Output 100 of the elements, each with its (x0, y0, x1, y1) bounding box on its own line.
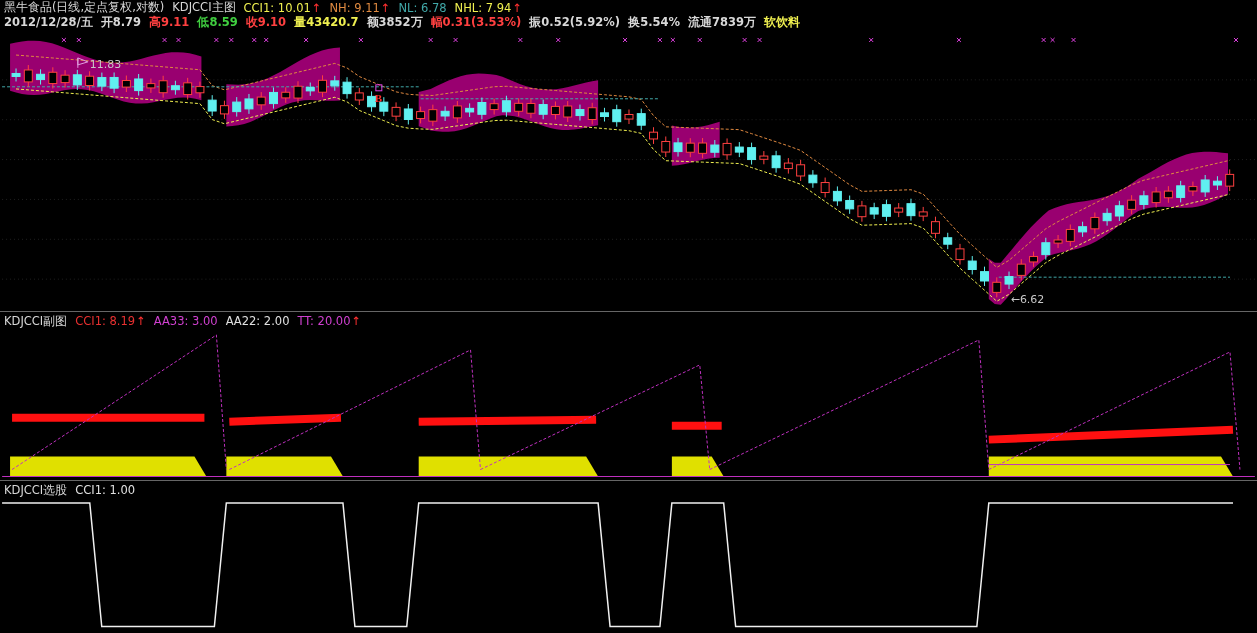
candlestick (1102, 207, 1112, 227)
stock-title: 黑牛食品(日线,定点复权,对数) (4, 0, 165, 15)
candlestick (1114, 200, 1124, 222)
candlestick (121, 75, 131, 93)
candlestick (980, 266, 989, 287)
candlestick (1065, 224, 1075, 247)
candlestick (698, 137, 708, 159)
quote-value: 软饮料 (764, 15, 801, 30)
candlestick (1212, 175, 1222, 191)
indicator-reading: TT: 20.00↑ (297, 314, 362, 329)
candlestick (85, 70, 95, 91)
candlestick (783, 157, 793, 175)
candlestick (72, 69, 82, 91)
price-label: ←6.62 (1010, 293, 1045, 307)
candlestick (734, 141, 744, 158)
candlestick (391, 101, 401, 122)
candlestick (11, 68, 21, 82)
candlestick (600, 107, 609, 122)
candlestick (636, 108, 646, 131)
candlestick (60, 69, 70, 89)
candlestick (23, 64, 33, 88)
candlestick (538, 99, 548, 120)
candlestick (550, 100, 560, 120)
indicator-reading: AA33: 3.00 (153, 314, 218, 329)
candlestick (207, 94, 217, 117)
candlestick (1163, 185, 1173, 204)
candlestick (367, 90, 377, 113)
candlestick (881, 199, 891, 222)
candlestick (465, 102, 475, 118)
candlestick (587, 102, 597, 125)
candlestick (281, 86, 291, 104)
candlestick (1016, 258, 1026, 281)
quote-value: 收9.10 (245, 15, 287, 30)
candlestick (796, 159, 806, 182)
candlestick (97, 72, 107, 92)
candlestick (759, 150, 769, 165)
quote-value: 低8.59 (197, 15, 238, 30)
candlestick (943, 232, 953, 250)
indicator-reading: CCI1: 8.19↑ (75, 314, 146, 329)
candlestick (612, 104, 622, 128)
candlestick (256, 91, 266, 111)
candlestick (1200, 174, 1210, 198)
candlestick (685, 137, 695, 158)
candlestick (894, 202, 904, 218)
candlestick (661, 136, 671, 158)
candlestick (575, 104, 585, 122)
candlestick (1004, 271, 1014, 290)
candlestick (563, 100, 573, 123)
candlestick (673, 137, 683, 158)
candlestick (514, 97, 524, 117)
indicator-title: KDJCCI副图 (4, 313, 68, 329)
candlestick (649, 126, 658, 145)
buy-marker-icon (375, 84, 383, 92)
quote-value: 2012/12/28/五 (4, 15, 93, 30)
candlestick (489, 98, 499, 116)
candlestick (416, 106, 426, 124)
candlestick (269, 86, 278, 110)
candlestick (808, 169, 818, 189)
candlestick (1078, 221, 1088, 238)
candlestick (452, 100, 462, 124)
candlestick (771, 150, 781, 174)
quote-value: 振0.52(5.92%) (529, 15, 621, 30)
candlestick (624, 109, 634, 125)
candlestick (1151, 186, 1161, 209)
candlestick (232, 96, 242, 118)
candlestick (918, 206, 928, 222)
candlestick (722, 137, 732, 161)
candlestick (906, 198, 916, 222)
candlestick (403, 103, 413, 125)
candlestick (967, 255, 977, 275)
candlestick (219, 100, 229, 120)
candlestick (992, 276, 1002, 298)
candlestick (477, 97, 487, 120)
candlestick (526, 98, 536, 119)
candlestick (1090, 212, 1100, 235)
candlestick (1225, 168, 1235, 192)
candlestick (845, 195, 855, 215)
candlestick (1176, 180, 1186, 203)
indicator-reading: NL: 6.78 (398, 0, 447, 15)
quote-value: 额3852万 (366, 15, 423, 30)
indicator-title: KDJCCI选股 (4, 482, 68, 498)
candlestick (955, 243, 965, 266)
indicator-reading: NH: 9.11↑ (329, 0, 391, 15)
candlestick (428, 104, 438, 127)
candlestick (710, 139, 720, 158)
price-label: 11.83 (89, 57, 122, 71)
candlestick (48, 66, 58, 90)
quote-value: 换5.54% (628, 15, 681, 30)
candlestick (1053, 234, 1063, 249)
candlestick (109, 72, 119, 94)
candlestick (195, 81, 205, 99)
quote-value: 幅0.31(3.53%) (430, 15, 522, 30)
candlestick (747, 142, 757, 166)
candlestick (931, 216, 940, 239)
candlestick (170, 80, 180, 96)
candlestick (1127, 194, 1137, 215)
candlestick (1139, 190, 1149, 210)
candlestick (330, 75, 340, 92)
quote-value: 量43420.7 (294, 15, 359, 30)
candlestick (318, 74, 327, 98)
